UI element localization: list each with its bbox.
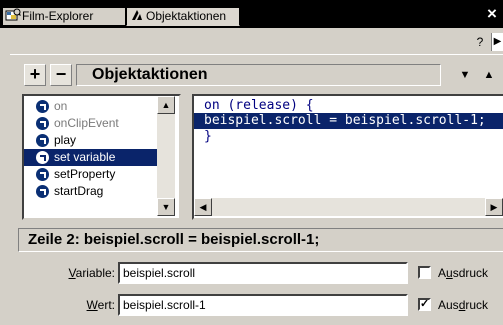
action-icon	[36, 100, 49, 113]
scroll-left-icon[interactable]: ◀	[194, 198, 212, 216]
film-explorer-icon	[5, 8, 21, 21]
list-item-label: setProperty	[54, 167, 116, 181]
list-item-on[interactable]: on	[24, 98, 159, 115]
action-icon	[36, 168, 49, 181]
list-item-label: play	[54, 133, 77, 147]
tab-film-explorer[interactable]: Film-Explorer	[2, 7, 126, 26]
list-item-onclipevent[interactable]: onClipEvent	[24, 115, 159, 132]
action-icon	[36, 185, 49, 198]
value-label: Wert:	[86, 298, 115, 312]
list-item-startdrag[interactable]: startDrag	[24, 183, 159, 200]
code-line[interactable]: on (release) {	[204, 98, 314, 114]
actions-icon	[132, 10, 142, 20]
tab-objektaktionen[interactable]: Objektaktionen	[126, 7, 240, 26]
scroll-up-icon[interactable]: ▲	[157, 96, 175, 114]
status-line: Zeile 2: beispiel.scroll = beispiel.scro…	[28, 231, 320, 248]
actions-list-scrollbar[interactable]: ▲ ▼	[157, 96, 175, 216]
code-line-selected[interactable]: beispiel.scroll = beispiel.scroll-1;	[194, 113, 503, 129]
action-icon	[36, 117, 49, 130]
tab-film-explorer-label: Film-Explorer	[22, 9, 94, 23]
code-line[interactable]: }	[204, 129, 212, 145]
close-button[interactable]: ×	[482, 4, 502, 24]
tab-objektaktionen-label: Objektaktionen	[146, 9, 227, 23]
panel-collapse-button[interactable]: ▲	[478, 64, 500, 86]
script-editor-scrollbar[interactable]: ◀ ▶	[194, 198, 503, 216]
list-item-label: onClipEvent	[54, 116, 119, 130]
variable-expression-label: Ausdruck	[438, 266, 489, 280]
scroll-right-icon[interactable]: ▶	[485, 198, 503, 216]
variable-label: Variable:	[68, 266, 115, 280]
action-icon	[36, 151, 49, 164]
remove-action-button[interactable]: −	[50, 64, 72, 86]
variable-expression-checkbox[interactable]	[418, 266, 431, 279]
value-expression-label: Ausdruck	[438, 298, 489, 312]
separator	[10, 54, 503, 55]
list-item-label: set variable	[54, 150, 116, 164]
tab-scroll-arrow-icon[interactable]: ▶	[491, 33, 503, 51]
add-action-button[interactable]: +	[24, 64, 46, 86]
list-item-set-variable[interactable]: set variable	[24, 149, 159, 166]
variable-input[interactable]	[118, 262, 408, 284]
panel-menu-button[interactable]: ▼	[454, 64, 476, 86]
panel-title: Objektaktionen	[92, 66, 208, 83]
help-button[interactable]: ?	[471, 33, 489, 51]
value-input[interactable]	[118, 294, 408, 316]
value-expression-checkbox[interactable]: ✓	[418, 298, 431, 311]
action-icon	[36, 134, 49, 147]
tab-strip	[0, 28, 503, 60]
list-item-play[interactable]: play	[24, 132, 159, 149]
list-item-setproperty[interactable]: setProperty	[24, 166, 159, 183]
list-item-label: on	[54, 99, 68, 113]
list-item-label: startDrag	[54, 184, 104, 198]
scroll-down-icon[interactable]: ▼	[157, 198, 175, 216]
